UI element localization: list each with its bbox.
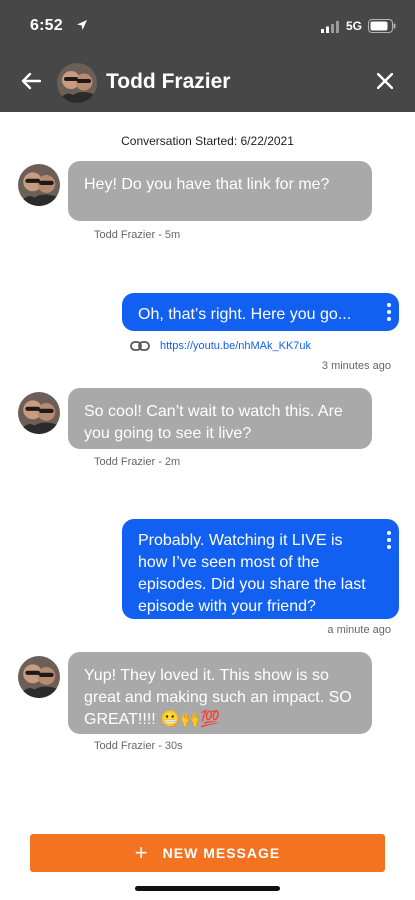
home-indicator bbox=[135, 886, 280, 891]
status-time: 6:52 bbox=[30, 17, 63, 34]
plus-icon: + bbox=[134, 840, 149, 865]
top-bar: 6:52 5G Todd Frazier bbox=[0, 0, 415, 112]
message-meta: Todd Frazier - 30s bbox=[94, 740, 183, 752]
outgoing-message-bubble[interactable]: Oh, that’s right. Here you go... bbox=[122, 293, 399, 331]
contact-name: Todd Frazier bbox=[106, 70, 231, 93]
contact-avatar bbox=[57, 63, 97, 103]
sender-avatar bbox=[18, 164, 60, 206]
message-text: So cool! Can’t wait to watch this. Are y… bbox=[84, 403, 343, 442]
message-meta: Todd Frazier - 5m bbox=[94, 229, 181, 241]
signal-icon bbox=[321, 21, 339, 33]
message-link[interactable]: https://youtu.be/nhMAk_KK7uk bbox=[130, 337, 311, 355]
sender-avatar bbox=[18, 656, 60, 698]
sender-avatar bbox=[18, 392, 60, 434]
message-meta: a minute ago bbox=[327, 624, 391, 636]
incoming-message-bubble[interactable]: Hey! Do you have that link for me? bbox=[68, 161, 372, 221]
network-type: 5G bbox=[346, 19, 363, 33]
new-message-button[interactable]: + NEW MESSAGE bbox=[30, 834, 385, 872]
message-text: Probably. Watching it LIVE is how I’ve s… bbox=[138, 532, 366, 615]
conversation-started-label: Conversation Started: 6/22/2021 bbox=[121, 134, 294, 148]
back-button[interactable] bbox=[14, 64, 48, 98]
message-meta: 3 minutes ago bbox=[321, 360, 391, 372]
new-message-label: NEW MESSAGE bbox=[162, 845, 281, 861]
status-bar: 6:52 5G bbox=[0, 0, 415, 52]
kebab-menu-icon[interactable] bbox=[386, 530, 392, 550]
message-meta: Todd Frazier - 2m bbox=[94, 456, 181, 468]
incoming-message-bubble[interactable]: Yup! They loved it. This show is so grea… bbox=[68, 652, 372, 734]
outgoing-message-bubble[interactable]: Probably. Watching it LIVE is how I’ve s… bbox=[122, 519, 399, 619]
message-text: Hey! Do you have that link for me? bbox=[84, 176, 330, 193]
location-arrow-icon bbox=[77, 20, 87, 30]
link-url[interactable]: https://youtu.be/nhMAk_KK7uk bbox=[160, 340, 311, 352]
close-button[interactable] bbox=[368, 64, 402, 98]
link-icon bbox=[130, 341, 150, 351]
battery-icon bbox=[368, 19, 396, 33]
message-text: Oh, that’s right. Here you go... bbox=[138, 306, 352, 323]
conversation-header: Todd Frazier bbox=[0, 52, 415, 112]
kebab-menu-icon[interactable] bbox=[386, 302, 392, 322]
back-arrow-icon bbox=[21, 72, 41, 90]
incoming-message-bubble[interactable]: So cool! Can’t wait to watch this. Are y… bbox=[68, 388, 372, 449]
close-icon bbox=[377, 73, 393, 89]
message-text: Yup! They loved it. This show is so grea… bbox=[84, 667, 352, 728]
